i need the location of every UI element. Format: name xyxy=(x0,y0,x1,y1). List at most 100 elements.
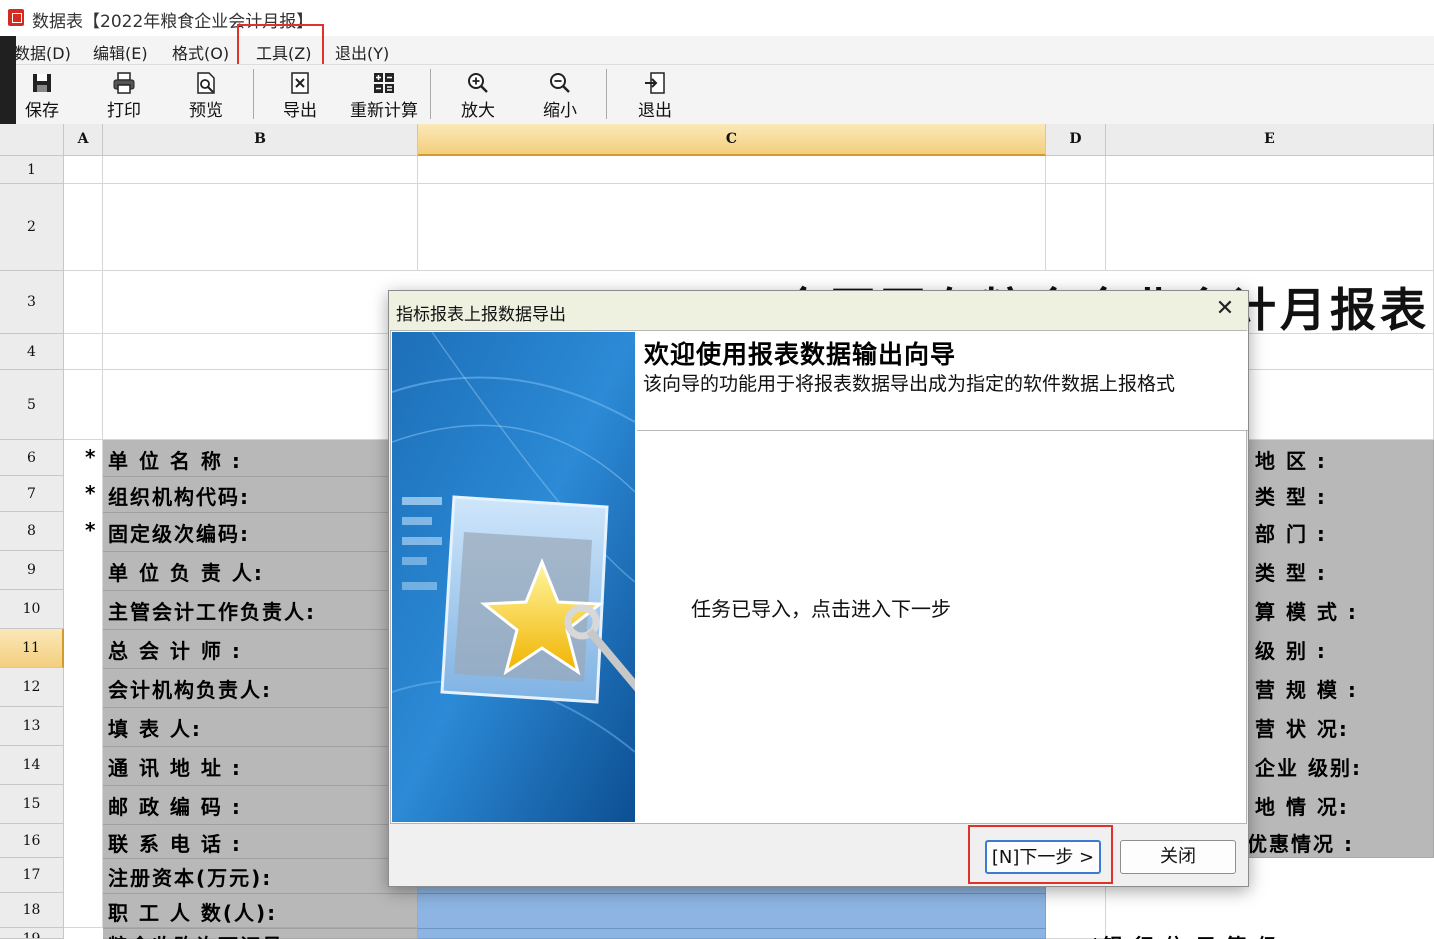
label-preferential: 优惠情况 : xyxy=(1247,832,1354,856)
grid-cell[interactable] xyxy=(64,334,103,370)
recalculate-label: 重新计算 xyxy=(350,101,418,121)
wizard-status-message: 任务已导入，点击进入下一步 xyxy=(691,597,951,621)
close-icon[interactable]: ✕ xyxy=(1210,297,1240,323)
print-button[interactable]: 打印 xyxy=(102,67,146,121)
exit-button[interactable]: 退出 xyxy=(633,67,677,121)
export-wizard-dialog: 指标报表上报数据导出 ✕ 欢迎使用报表数据输出向导 该向导的功能用于将报表数据导… xyxy=(388,290,1249,887)
grid-cell[interactable] xyxy=(1046,184,1106,271)
zoom-in-icon xyxy=(468,73,488,93)
column-header-c[interactable]: C xyxy=(418,124,1046,156)
row-header[interactable]: 14 xyxy=(0,746,64,785)
zoom-out-label: 缩小 xyxy=(543,101,577,121)
menu-data[interactable]: 数据(D) xyxy=(14,40,71,64)
column-header-e[interactable]: E xyxy=(1106,124,1434,156)
row-header[interactable]: 10 xyxy=(0,590,64,629)
required-marker: * xyxy=(85,518,96,542)
label-unit-name: 单 位 名 称 : xyxy=(108,449,242,473)
wizard-subheading: 该向导的功能用于将报表数据导出成为指定的软件数据上报格式 xyxy=(643,373,1176,395)
label-type-2: 类 型 : xyxy=(1255,561,1327,585)
row-header[interactable]: 18 xyxy=(0,893,64,928)
row-header[interactable]: 7 xyxy=(0,476,64,512)
label-filled-by: 填 表 人: xyxy=(108,717,202,741)
row-line xyxy=(103,476,418,477)
row-header[interactable]: 8 xyxy=(0,512,64,551)
label-bank-credit: *银 行 信 用 等 级 xyxy=(1090,930,1279,939)
export-button[interactable]: 导出 xyxy=(278,67,322,121)
row-header[interactable]: 5 xyxy=(0,370,64,440)
row-header[interactable]: 16 xyxy=(0,824,64,858)
save-icon xyxy=(33,74,51,92)
row-header[interactable]: 9 xyxy=(0,551,64,590)
label-department: 部 门 : xyxy=(1255,522,1327,546)
required-marker: * xyxy=(85,445,96,469)
row-header[interactable]: 15 xyxy=(0,785,64,824)
zoom-in-button[interactable]: 放大 xyxy=(456,67,500,121)
label-level: 级 别 : xyxy=(1255,639,1327,663)
menu-edit[interactable]: 编辑(E) xyxy=(93,40,148,64)
zoom-in-label: 放大 xyxy=(461,101,495,121)
dialog-body: 欢迎使用报表数据输出向导 该向导的功能用于将报表数据导出成为指定的软件数据上报格… xyxy=(390,330,1248,824)
next-button[interactable]: [N]下一步 > xyxy=(985,840,1101,874)
row-header[interactable]: 1 xyxy=(0,156,64,184)
grid-cell[interactable] xyxy=(418,184,1046,271)
save-button[interactable]: 保存 xyxy=(20,67,64,121)
menu-format[interactable]: 格式(O) xyxy=(172,40,229,64)
column-header-a[interactable]: A xyxy=(64,124,103,156)
row-line xyxy=(418,928,1046,929)
grid-cell[interactable] xyxy=(418,156,1046,184)
close-button[interactable]: 关闭 xyxy=(1120,840,1236,874)
toolbar-separator xyxy=(253,69,254,119)
label-purchase-license: 粮食收购许可证号 xyxy=(108,930,284,939)
column-header-b[interactable]: B xyxy=(103,124,418,156)
exit-icon xyxy=(645,72,665,94)
row-header[interactable]: 19 xyxy=(0,928,64,939)
window-titlebar: 数据表【2022年粮食企业会计月报】 xyxy=(0,0,1434,36)
row-header[interactable]: 12 xyxy=(0,668,64,707)
row-header[interactable]: 2 xyxy=(0,184,64,271)
grid-cell[interactable] xyxy=(1046,156,1106,184)
label-address: 通 讯 地 址 : xyxy=(108,756,242,780)
grid-cell[interactable] xyxy=(103,184,418,271)
menu-exit[interactable]: 退出(Y) xyxy=(335,40,389,64)
wizard-heading: 欢迎使用报表数据输出向导 xyxy=(644,340,957,369)
grid-corner[interactable] xyxy=(0,124,64,156)
grid-cell[interactable] xyxy=(64,184,103,271)
export-icon xyxy=(291,72,309,94)
label-region: 地 区 : xyxy=(1255,449,1327,473)
row-header[interactable]: 13 xyxy=(0,707,64,746)
label-postcode: 邮 政 编 码 : xyxy=(108,795,242,819)
preview-icon xyxy=(197,72,215,94)
row-header[interactable]: 6 xyxy=(0,440,64,476)
label-org-code: 组织机构代码: xyxy=(108,485,250,509)
recalculate-icon xyxy=(374,73,394,93)
grid-cell[interactable] xyxy=(64,271,103,334)
print-label: 打印 xyxy=(107,101,141,121)
row-header[interactable]: 4 xyxy=(0,334,64,370)
menu-tools[interactable]: 工具(Z) xyxy=(256,40,311,64)
toolbar-separator xyxy=(430,69,431,119)
grid-cell[interactable] xyxy=(1106,156,1434,184)
label-accounting-org-head: 会计机构负责人: xyxy=(108,678,272,702)
label-operation-status: 营 状 况: xyxy=(1255,717,1349,741)
wizard-header: 欢迎使用报表数据输出向导 该向导的功能用于将报表数据导出成为指定的软件数据上报格… xyxy=(637,331,1248,431)
star-column xyxy=(64,440,103,928)
row-line xyxy=(103,746,418,747)
row-line xyxy=(103,668,418,669)
grid-cell[interactable] xyxy=(64,156,103,184)
row-header[interactable]: 17 xyxy=(0,858,64,893)
grid-cell[interactable] xyxy=(64,370,103,440)
recalculate-button[interactable]: 重新计算 xyxy=(344,67,424,121)
row-header[interactable]: 3 xyxy=(0,271,64,334)
preview-button[interactable]: 预览 xyxy=(184,67,228,121)
row-line xyxy=(103,858,418,859)
grid-cell[interactable] xyxy=(1106,184,1434,271)
label-unit-head: 单 位 负 责 人: xyxy=(108,561,264,585)
row-header-selected[interactable]: 11 xyxy=(0,629,64,668)
toolbar-separator xyxy=(606,69,607,119)
grid-cell[interactable] xyxy=(103,156,418,184)
toolbar: 保存 打印 预览 导出 重新计算 放大 缩小 退出 xyxy=(0,64,1434,124)
column-header-d[interactable]: D xyxy=(1046,124,1106,156)
zoom-out-button[interactable]: 缩小 xyxy=(538,67,582,121)
row-line xyxy=(103,629,418,630)
row-line xyxy=(103,785,418,786)
